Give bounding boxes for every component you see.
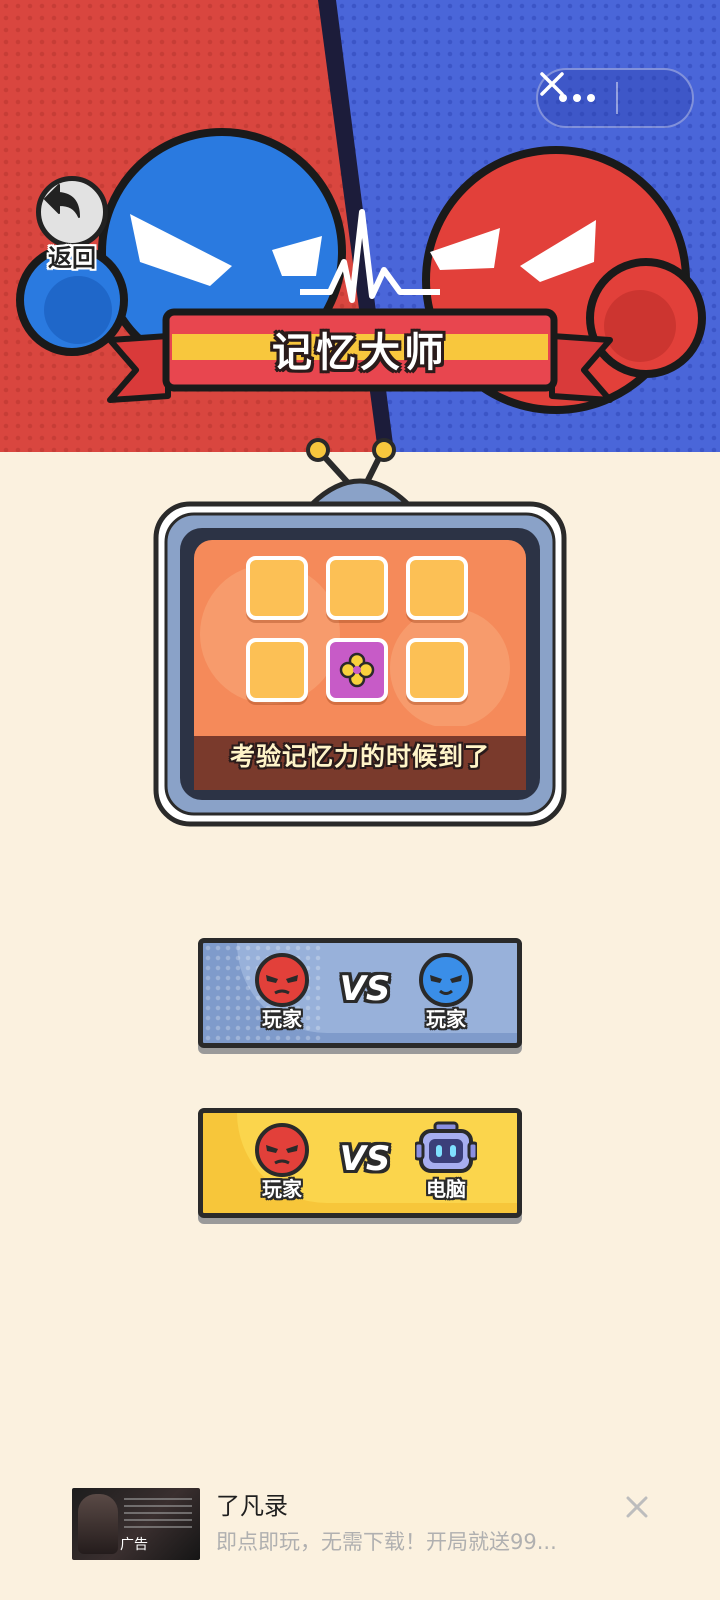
memory-card	[406, 638, 468, 702]
ad-thumbnail[interactable]: 广告	[72, 1488, 200, 1560]
player-two-label: 玩家	[426, 1007, 466, 1031]
ad-tag: 广告	[120, 1537, 148, 1553]
ad-title[interactable]: 了凡录	[216, 1486, 288, 1521]
player-one-slot: 玩家	[247, 951, 317, 1041]
back-button[interactable]: 返回	[30, 176, 114, 276]
mini-program-capsule	[536, 68, 694, 128]
player-two-slot: 玩家	[411, 951, 481, 1041]
vs-label: VS	[339, 969, 391, 1009]
ad-close-icon[interactable]	[622, 1492, 652, 1522]
player-vs-computer-button[interactable]: 玩家 VS 电脑	[198, 1108, 522, 1218]
player-label: 玩家	[262, 1177, 302, 1201]
player-one-label: 玩家	[262, 1007, 302, 1031]
memory-card	[406, 556, 468, 620]
player-slot: 玩家	[247, 1121, 317, 1211]
game-header: 返回 记忆大师	[0, 0, 720, 452]
flower-icon	[339, 652, 375, 688]
memory-card	[246, 638, 308, 702]
close-icon[interactable]	[540, 70, 692, 126]
robot-icon	[415, 1121, 477, 1173]
computer-slot: 电脑	[411, 1121, 481, 1211]
ad-thumbnail-text-lines	[124, 1498, 192, 1528]
tv-preview: 考验记忆力的时候到了	[150, 438, 570, 838]
game-title: 记忆大师	[272, 330, 448, 376]
ad-character-image	[78, 1494, 118, 1554]
back-label: 返回	[48, 244, 96, 272]
memory-card	[326, 556, 388, 620]
red-player-face-icon	[255, 1123, 309, 1177]
computer-label: 电脑	[426, 1177, 466, 1201]
memory-card-revealed	[326, 638, 388, 702]
ad-description[interactable]: 即点即玩，无需下载！开局就送99...	[216, 1526, 557, 1556]
preview-caption: 考验记忆力的时候到了	[229, 742, 490, 771]
blue-player-face-icon	[419, 953, 473, 1007]
vs-label: VS	[339, 1139, 391, 1179]
red-player-face-icon	[255, 953, 309, 1007]
memory-card	[246, 556, 308, 620]
player-vs-player-button[interactable]: 玩家 VS 玩家	[198, 938, 522, 1048]
ad-banner[interactable]: 广告 了凡录 即点即玩，无需下载！开局就送99...	[0, 1478, 720, 1578]
